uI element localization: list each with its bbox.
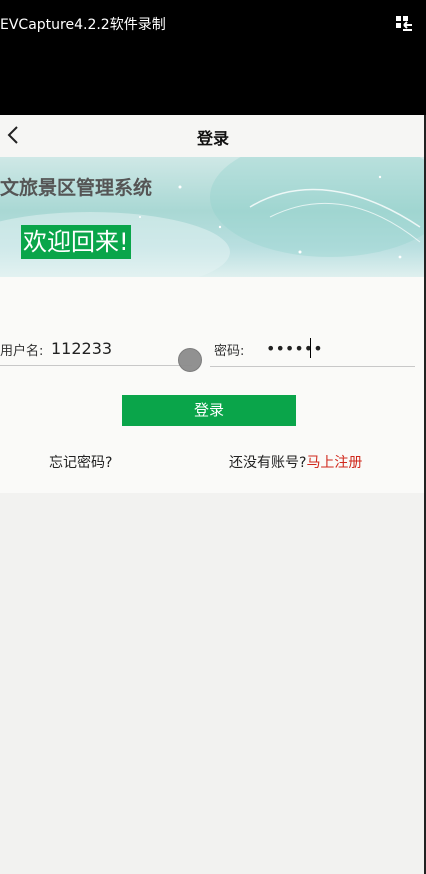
welcome-text: 欢迎回来!: [21, 225, 131, 259]
login-button[interactable]: 登录: [122, 395, 296, 426]
page-title: 登录: [196, 129, 229, 148]
login-page: EVCapture4.2.2软件录制 登录 文旅景区管理系统 欢迎回来! 用户名…: [0, 0, 426, 874]
register-row: 还没有账号?马上注册: [229, 452, 362, 472]
login-form: 用户名: 112233 密码: •••••• 登录 忘记密码? 还没有账号?马上…: [0, 277, 426, 493]
nav-bar: 登录: [0, 115, 426, 157]
text-caret: [310, 338, 311, 358]
system-name: 文旅景区管理系统: [0, 177, 153, 199]
forgot-password-link[interactable]: 忘记密码?: [49, 452, 112, 472]
password-underline: [210, 366, 415, 367]
password-label: 密码:: [214, 344, 245, 359]
register-prompt: 还没有账号?: [229, 455, 307, 471]
username-label: 用户名:: [0, 344, 44, 359]
register-link[interactable]: 马上注册: [306, 455, 362, 471]
recorder-title: EVCapture4.2.2软件录制: [0, 17, 166, 33]
username-input[interactable]: 112233: [51, 339, 112, 358]
password-input[interactable]: ••••••: [266, 339, 323, 358]
username-underline: [0, 365, 192, 366]
touch-pointer-icon: [178, 348, 202, 372]
grid-arrow-icon[interactable]: [394, 14, 414, 34]
recorder-bar: EVCapture4.2.2软件录制: [0, 0, 426, 115]
welcome-banner: 文旅景区管理系统 欢迎回来!: [0, 157, 426, 277]
